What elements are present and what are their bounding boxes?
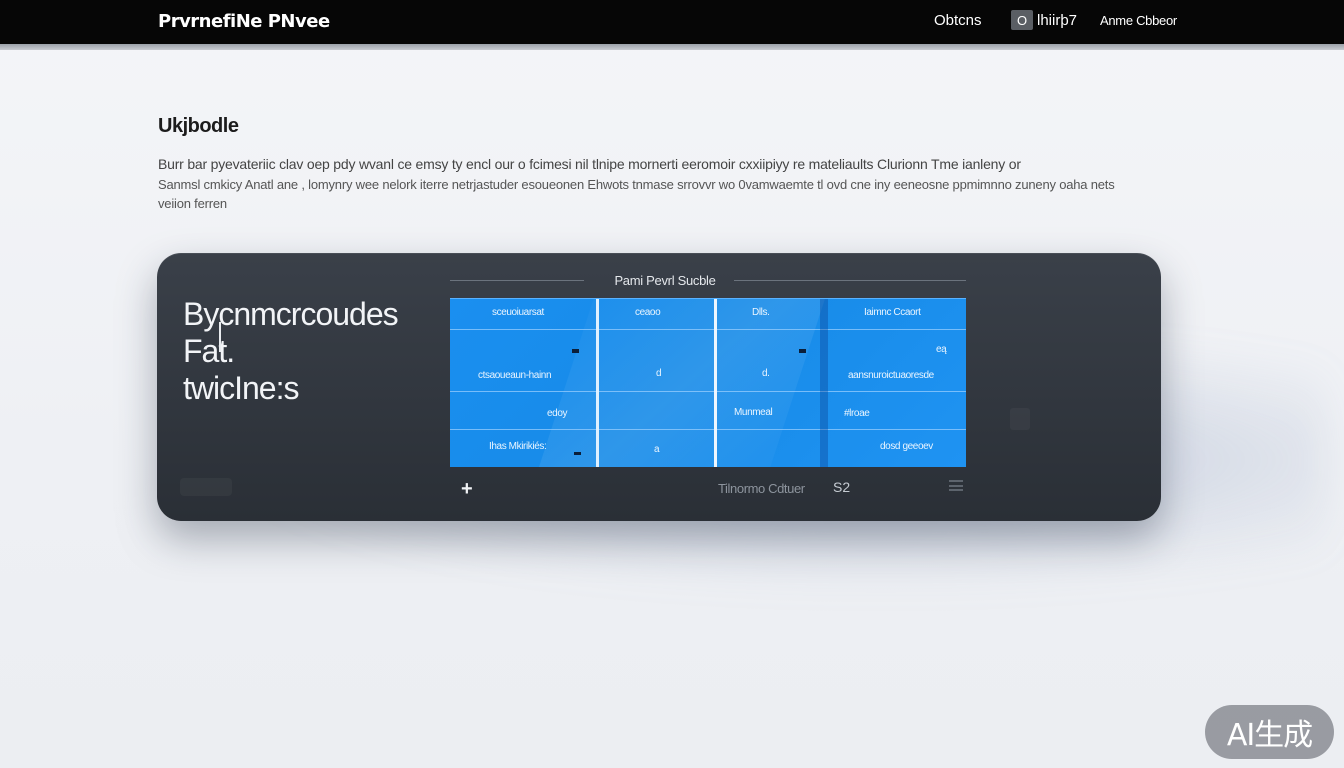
title-rule-right: [734, 280, 966, 281]
description-line: Sanmsl cmkicy Anatl ane , lomynry wee ne…: [158, 176, 1115, 192]
panel-side-handle[interactable]: [1010, 408, 1030, 430]
library-icon: O: [1011, 10, 1033, 30]
grid-row-divider: [450, 391, 966, 392]
cell-marker-icon: [799, 349, 806, 353]
brand-logo-text[interactable]: PrvrnefiNe PNvee: [158, 11, 330, 32]
nav-options-link[interactable]: Obtcns: [934, 12, 982, 29]
grid-sheen: [535, 299, 825, 467]
grid-cell[interactable]: Ihas Mkirikiés:: [489, 441, 547, 452]
grid-cell[interactable]: edoy: [547, 408, 567, 419]
section-description: Burr bar pyevateriic clav oep pdy wvanl …: [158, 155, 1118, 214]
grid-cell[interactable]: d.: [762, 368, 770, 379]
panel-ghost-button[interactable]: [180, 478, 232, 496]
nav-library-label: lhiirþ7: [1037, 11, 1078, 29]
grid-header-cell[interactable]: Dlls.: [752, 307, 770, 318]
nav-account-link[interactable]: Anme Cbbeor: [1100, 13, 1177, 28]
grid-cell[interactable]: aansnuroictuaoresde: [848, 370, 934, 381]
top-navigation-bar: PrvrnefiNe PNvee Obtcns O lhiirþ7 Anme C…: [0, 0, 1344, 44]
description-line: veiion ferren: [158, 196, 227, 211]
panel-title-line: Bycnmcrcoudes: [183, 296, 399, 332]
ai-generated-badge: AI生成: [1205, 705, 1334, 759]
grid-column-divider: [596, 299, 599, 467]
menu-icon[interactable]: [949, 480, 963, 491]
text-cursor: [219, 322, 221, 352]
grid-column-divider: [714, 299, 717, 467]
grid-row-divider: [450, 429, 966, 430]
grid-cell[interactable]: a: [654, 444, 660, 455]
grid-column-divider: [820, 299, 828, 467]
grid-title-row: Pami Pevrl Sucble: [450, 272, 966, 290]
nav-library-link[interactable]: O lhiirþ7: [1011, 10, 1077, 30]
grid-header-cell[interactable]: sceuoiuarsat: [492, 307, 544, 318]
grid-cell[interactable]: Munmeal: [734, 407, 773, 418]
panel-title-line: Fat.: [183, 333, 235, 369]
grid-cell[interactable]: #lroae: [844, 408, 870, 419]
grid-cell[interactable]: dosd geeoev: [880, 441, 933, 452]
toolbar-caption: Tilnormo Cdtuer: [718, 481, 805, 496]
grid-header-cell[interactable]: ceaoo: [635, 307, 661, 318]
toolbar-link[interactable]: S2: [833, 479, 850, 495]
grid-cell[interactable]: d: [656, 368, 662, 379]
panel-title: Bycnmcrcoudes Fat. twicIne:s: [183, 296, 443, 407]
grid-cell[interactable]: eą: [936, 344, 947, 355]
grid-header-cell[interactable]: Iaimnc Ccaort: [864, 307, 921, 318]
header-divider: [0, 44, 1344, 50]
grid-cell[interactable]: ctsaoueaun-hainn: [478, 370, 552, 381]
description-line: Burr bar pyevateriic clav oep pdy wvanl …: [158, 156, 1021, 172]
data-grid[interactable]: sceuoiuarsat ceaoo Dlls. Iaimnc Ccaort e…: [450, 298, 966, 467]
cell-marker-icon: [574, 452, 581, 455]
section-heading: Ukjbodle: [158, 115, 239, 137]
add-button[interactable]: +: [461, 479, 473, 499]
panel-title-line: twicIne:s: [183, 370, 299, 406]
grid-row-divider: [450, 329, 966, 330]
cell-marker-icon: [572, 349, 579, 353]
